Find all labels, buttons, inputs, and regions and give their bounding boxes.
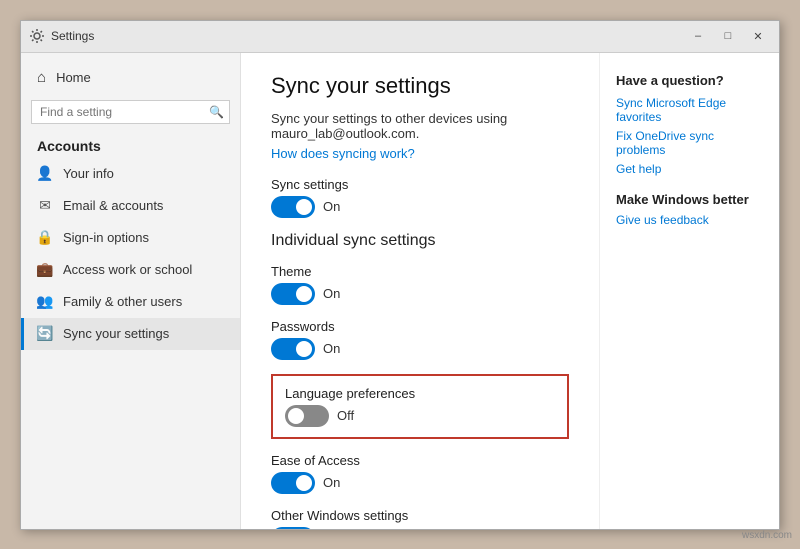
ease-toggle[interactable] <box>271 472 315 494</box>
sync-settings-label: Sync settings <box>271 177 569 192</box>
passwords-row: Passwords On <box>271 319 569 360</box>
sidebar-item-label-sign-in: Sign-in options <box>63 230 149 245</box>
right-panel: Have a question? Sync Microsoft Edge fav… <box>599 53 779 529</box>
language-toggle-thumb <box>288 408 304 424</box>
title-bar-title: Settings <box>51 29 94 43</box>
ease-row: Ease of Access On <box>271 453 569 494</box>
title-bar-controls: – □ ✕ <box>685 26 771 46</box>
sidebar-item-label-family-users: Family & other users <box>63 294 182 309</box>
theme-toggle-row: On <box>271 283 569 305</box>
minimize-button[interactable]: – <box>685 26 711 46</box>
email-accounts-icon: ✉ <box>37 198 53 214</box>
sidebar: ⌂ Home 🔍 Accounts 👤 Your info ✉ Email & … <box>21 53 241 529</box>
ease-toggle-thumb <box>296 475 312 491</box>
ease-label: Ease of Access <box>271 453 569 468</box>
sync-settings-status: On <box>323 199 340 214</box>
passwords-toggle[interactable] <box>271 338 315 360</box>
sidebar-search-container: 🔍 <box>31 100 230 124</box>
sync-settings-icon: 🔄 <box>37 326 53 342</box>
theme-row: Theme On <box>271 264 569 305</box>
sync-description: Sync your settings to other devices usin… <box>271 111 569 141</box>
sync-settings-row: Sync settings On <box>271 177 569 218</box>
sidebar-item-label-sync-settings: Sync your settings <box>63 326 169 341</box>
fix-onedrive-link[interactable]: Fix OneDrive sync problems <box>616 129 763 157</box>
family-users-icon: 👥 <box>37 294 53 310</box>
sync-edge-favorites-link[interactable]: Sync Microsoft Edge favorites <box>616 96 763 124</box>
theme-status: On <box>323 286 340 301</box>
main-content: Sync your settings Sync your settings to… <box>241 53 599 529</box>
title-bar-left: Settings <box>29 28 94 44</box>
ease-toggle-row: On <box>271 472 569 494</box>
improve-title: Make Windows better <box>616 192 763 207</box>
language-status: Off <box>337 408 354 423</box>
sidebar-item-email-accounts[interactable]: ✉ Email & accounts <box>21 190 240 222</box>
home-label: Home <box>56 70 91 85</box>
help-title: Have a question? <box>616 73 763 88</box>
sidebar-item-your-info[interactable]: 👤 Your info <box>21 158 240 190</box>
sync-settings-toggle-row: On <box>271 196 569 218</box>
theme-toggle-thumb <box>296 286 312 302</box>
sidebar-item-sync-settings[interactable]: 🔄 Sync your settings <box>21 318 240 350</box>
passwords-label: Passwords <box>271 319 569 334</box>
search-icon: 🔍 <box>209 105 224 119</box>
title-bar: Settings – □ ✕ <box>21 21 779 53</box>
sidebar-section-label: Accounts <box>21 130 240 158</box>
page-title: Sync your settings <box>271 73 569 99</box>
other-windows-toggle[interactable] <box>271 527 315 529</box>
sign-in-icon: 🔒 <box>37 230 53 246</box>
home-icon: ⌂ <box>37 69 46 86</box>
other-windows-toggle-row: On <box>271 527 569 529</box>
language-highlighted-row: Language preferences Off <box>271 374 569 439</box>
sidebar-home-button[interactable]: ⌂ Home <box>21 61 240 94</box>
settings-window: Settings – □ ✕ ⌂ Home 🔍 Accounts 👤 Your … <box>20 20 780 530</box>
language-label: Language preferences <box>285 386 555 401</box>
language-toggle-row: Off <box>285 405 555 427</box>
access-work-icon: 💼 <box>37 262 53 278</box>
give-feedback-link[interactable]: Give us feedback <box>616 213 763 227</box>
settings-window-icon <box>29 28 45 44</box>
sidebar-item-access-work[interactable]: 💼 Access work or school <box>21 254 240 286</box>
sidebar-item-label-email-accounts: Email & accounts <box>63 198 163 213</box>
passwords-toggle-row: On <box>271 338 569 360</box>
how-syncing-link[interactable]: How does syncing work? <box>271 146 415 161</box>
content-area: ⌂ Home 🔍 Accounts 👤 Your info ✉ Email & … <box>21 53 779 529</box>
sync-settings-toggle-thumb <box>296 199 312 215</box>
theme-toggle[interactable] <box>271 283 315 305</box>
sidebar-item-label-your-info: Your info <box>63 166 114 181</box>
sidebar-item-family-users[interactable]: 👥 Family & other users <box>21 286 240 318</box>
ease-status: On <box>323 475 340 490</box>
sidebar-item-sign-in[interactable]: 🔒 Sign-in options <box>21 222 240 254</box>
other-windows-row: Other Windows settings On <box>271 508 569 529</box>
search-input[interactable] <box>31 100 230 124</box>
other-windows-label: Other Windows settings <box>271 508 569 523</box>
sidebar-item-label-access-work: Access work or school <box>63 262 192 277</box>
watermark: wsxdn.com <box>742 530 792 541</box>
language-toggle[interactable] <box>285 405 329 427</box>
sync-settings-toggle[interactable] <box>271 196 315 218</box>
get-help-link[interactable]: Get help <box>616 162 763 176</box>
maximize-button[interactable]: □ <box>715 26 741 46</box>
passwords-toggle-thumb <box>296 341 312 357</box>
individual-sync-title: Individual sync settings <box>271 232 569 250</box>
your-info-icon: 👤 <box>37 166 53 182</box>
passwords-status: On <box>323 341 340 356</box>
theme-label: Theme <box>271 264 569 279</box>
close-button[interactable]: ✕ <box>745 26 771 46</box>
